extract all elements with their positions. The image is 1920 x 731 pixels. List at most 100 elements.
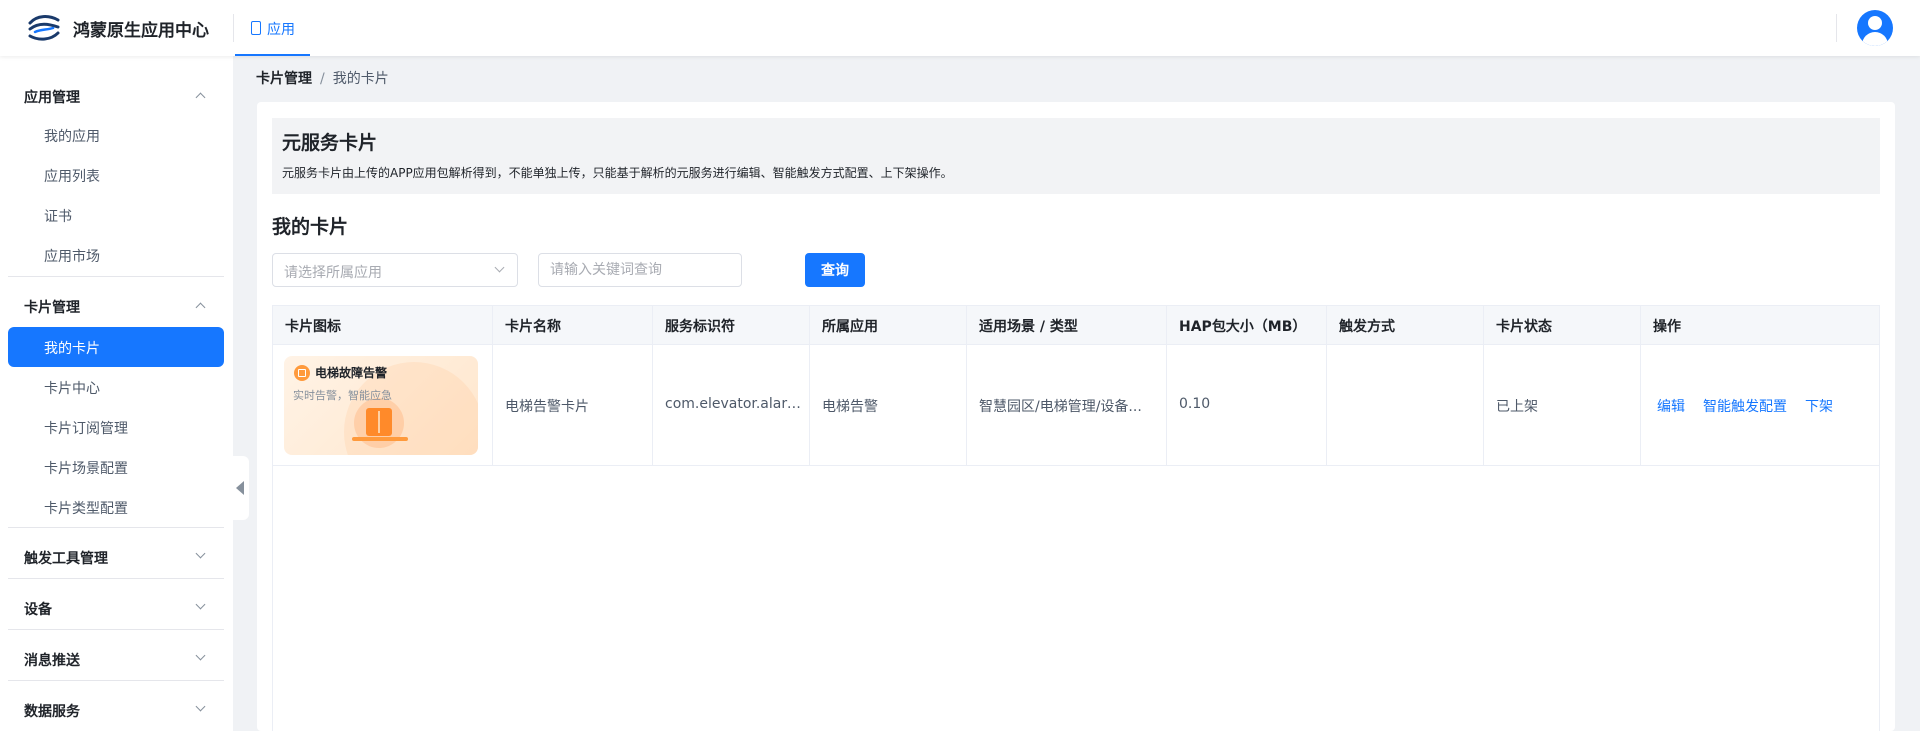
table-row: 电梯故障告警 实时告警，智能应急 电梯告警卡片 com.elevator.ala…	[273, 345, 1879, 466]
thumbnail-title: 电梯故障告警	[315, 366, 388, 380]
app-select[interactable]: 请选择所属应用	[272, 253, 518, 287]
sidebar-group-trigger-tools[interactable]: 触发工具管理	[0, 535, 233, 579]
sidebar-item-label: 证书	[44, 209, 72, 225]
chevron-down-icon	[195, 548, 206, 559]
breadcrumb: 卡片管理 / 我的卡片	[256, 68, 389, 88]
sidebar-item-label: 卡片场景配置	[44, 461, 128, 477]
sidebar-group-label: 触发工具管理	[24, 551, 108, 567]
card-name: 电梯告警卡片	[505, 399, 589, 415]
sidebar-item-label: 卡片中心	[44, 381, 100, 397]
column-header-label: 适用场景 / 类型	[979, 319, 1078, 335]
avatar-body	[1862, 32, 1888, 46]
column-header-label: 卡片状态	[1496, 319, 1552, 335]
tab-apps-label: 应用	[267, 22, 295, 38]
sidebar-item-my-apps[interactable]: 我的应用	[8, 115, 224, 155]
sidebar-group-card-management[interactable]: 卡片管理	[0, 284, 233, 328]
chevron-down-icon	[195, 701, 206, 712]
column-header: 触发方式	[1327, 306, 1484, 345]
unpublish-link[interactable]: 下架	[1805, 396, 1833, 416]
avatar-head	[1868, 16, 1882, 30]
sidebar-group-devices[interactable]: 设备	[0, 586, 233, 630]
cell-card-name: 电梯告警卡片	[493, 345, 653, 465]
tab-active-indicator	[235, 54, 310, 56]
header-divider	[233, 14, 234, 42]
hap-size: 0.10	[1179, 396, 1211, 412]
thumbnail-base	[352, 437, 408, 441]
sidebar-group-label: 数据服务	[24, 704, 80, 720]
column-header: 所属应用	[810, 306, 967, 345]
sidebar-group-label: 卡片管理	[24, 300, 80, 316]
breadcrumb-separator: /	[320, 71, 325, 87]
column-header-label: 卡片名称	[505, 319, 561, 335]
alarm-icon	[294, 365, 310, 381]
sidebar-divider	[8, 578, 224, 579]
sidebar-item-card-subscriptions[interactable]: 卡片订阅管理	[8, 407, 224, 447]
column-header: HAP包大小（MB）	[1167, 306, 1327, 345]
user-avatar[interactable]	[1857, 10, 1893, 46]
chevron-down-icon	[494, 262, 505, 273]
elevator-icon	[366, 408, 392, 436]
column-header-label: 触发方式	[1339, 319, 1395, 335]
sidebar-group-push[interactable]: 消息推送	[0, 637, 233, 681]
app-select-placeholder: 请选择所属应用	[284, 265, 382, 281]
info-banner: 元服务卡片 元服务卡片由上传的APP应用包解析得到，不能单独上传，只能基于解析的…	[272, 118, 1880, 194]
sidebar-group-app-management[interactable]: 应用管理	[0, 74, 233, 118]
cell-status: 已上架	[1484, 345, 1641, 465]
sidebar-item-label: 应用市场	[44, 249, 100, 265]
edit-link[interactable]: 编辑	[1657, 396, 1685, 416]
cell-app: 电梯告警	[810, 345, 967, 465]
header-divider-right	[1836, 14, 1837, 42]
sidebar-item-certificates[interactable]: 证书	[8, 195, 224, 235]
banner-title: 元服务卡片	[282, 132, 378, 154]
page-title: 我的卡片	[272, 216, 349, 238]
query-button[interactable]: 查询	[805, 253, 865, 287]
top-header: 鸿蒙原生应用中心 应用	[0, 0, 1920, 56]
chevron-down-icon	[195, 650, 206, 661]
service-id: com.elevator.alarm...	[665, 396, 805, 412]
sidebar-item-label: 卡片类型配置	[44, 501, 128, 517]
sidebar-item-label: 我的卡片	[44, 341, 100, 357]
sidebar-divider	[8, 680, 224, 681]
column-header-label: 服务标识符	[665, 319, 735, 335]
sidebar-item-app-market[interactable]: 应用市场	[8, 235, 224, 275]
breadcrumb-parent[interactable]: 卡片管理	[256, 71, 312, 87]
column-header: 卡片名称	[493, 306, 653, 345]
sidebar-collapse-button[interactable]	[233, 456, 249, 520]
sidebar-item-card-center[interactable]: 卡片中心	[8, 367, 224, 407]
sidebar-item-my-cards[interactable]: 我的卡片	[8, 327, 224, 367]
app-name-cell: 电梯告警	[822, 399, 878, 415]
phone-icon	[251, 21, 261, 35]
main-content: 元服务卡片 元服务卡片由上传的APP应用包解析得到，不能单独上传，只能基于解析的…	[257, 102, 1895, 731]
column-header: 操作	[1641, 306, 1879, 345]
banner-description: 元服务卡片由上传的APP应用包解析得到，不能单独上传，只能基于解析的元服务进行编…	[282, 166, 953, 180]
cell-service-id: com.elevator.alarm...	[653, 345, 810, 465]
sidebar-item-label: 我的应用	[44, 129, 100, 145]
cards-table: 卡片图标 卡片名称 服务标识符 所属应用 适用场景 / 类型 HAP包大小（MB…	[272, 305, 1880, 731]
tab-apps[interactable]: 应用	[235, 0, 310, 56]
column-header-label: HAP包大小（MB）	[1179, 319, 1307, 335]
sidebar-item-label: 应用列表	[44, 169, 100, 185]
keyword-search-input[interactable]	[538, 253, 742, 287]
cell-scene: 智慧园区/电梯管理/设备...	[967, 345, 1167, 465]
cell-card-icon: 电梯故障告警 实时告警，智能应急	[273, 345, 493, 465]
table-header: 卡片图标 卡片名称 服务标识符 所属应用 适用场景 / 类型 HAP包大小（MB…	[273, 306, 1879, 345]
column-header: 卡片状态	[1484, 306, 1641, 345]
chevron-up-icon	[195, 302, 206, 313]
sidebar-item-label: 卡片订阅管理	[44, 421, 128, 437]
sidebar-item-card-types[interactable]: 卡片类型配置	[8, 487, 224, 527]
column-header-label: 所属应用	[822, 319, 878, 335]
column-header: 卡片图标	[273, 306, 493, 345]
sidebar-group-data-services[interactable]: 数据服务	[0, 688, 233, 731]
column-header-label: 操作	[1653, 319, 1681, 335]
thumbnail-subtitle: 实时告警，智能应急	[293, 389, 392, 402]
sidebar-group-label: 设备	[24, 602, 52, 618]
card-thumbnail[interactable]: 电梯故障告警 实时告警，智能应急	[284, 356, 478, 455]
sidebar-item-card-scenes[interactable]: 卡片场景配置	[8, 447, 224, 487]
sidebar-group-label: 消息推送	[24, 653, 80, 669]
sidebar-divider	[8, 276, 224, 277]
chevron-down-icon	[195, 599, 206, 610]
cell-hap-size: 0.10	[1167, 345, 1327, 465]
column-header: 适用场景 / 类型	[967, 306, 1167, 345]
sidebar-item-app-list[interactable]: 应用列表	[8, 155, 224, 195]
smart-trigger-config-link[interactable]: 智能触发配置	[1703, 396, 1787, 416]
